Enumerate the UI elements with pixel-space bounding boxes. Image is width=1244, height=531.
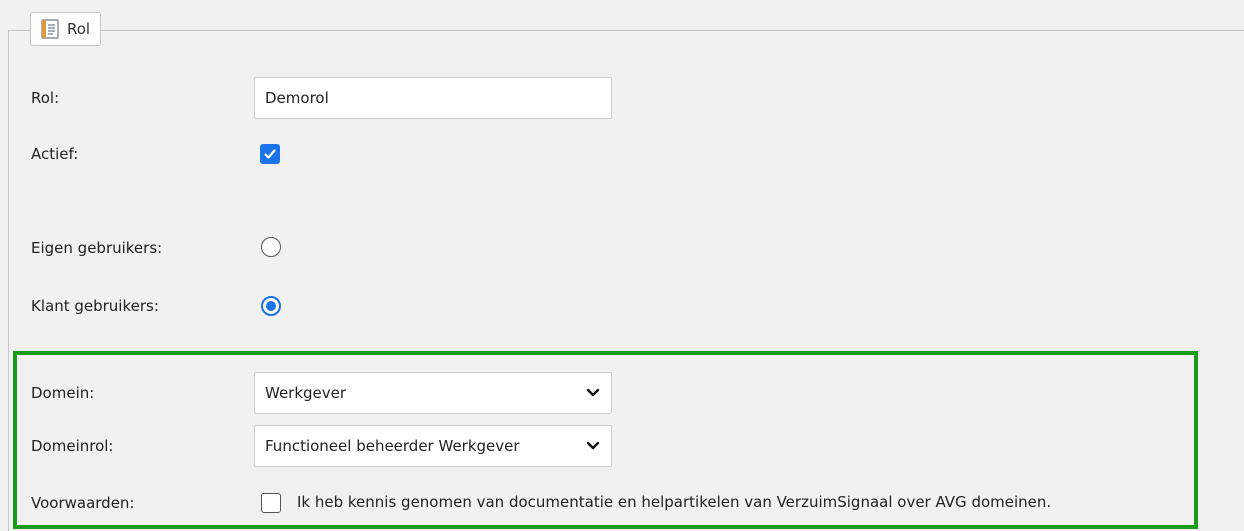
domeinrol-select[interactable]: Functioneel beheerder Werkgever [254,425,612,467]
domein-label: Domein: [31,384,95,402]
rol-label: Rol: [31,89,60,107]
chevron-down-icon [585,438,601,454]
notepad-icon [39,18,61,40]
radio-selected-dot [266,301,276,311]
section-title: Rol [67,20,91,38]
eigen-gebruikers-radio[interactable] [261,237,281,257]
checkmark-icon [264,149,276,159]
rol-input[interactable] [254,77,612,119]
eigen-gebruikers-label: Eigen gebruikers: [31,239,163,257]
domeinrol-label: Domeinrol: [31,437,114,455]
domein-select[interactable]: Werkgever [254,372,612,414]
actief-label: Actief: [31,145,79,163]
klant-gebruikers-label: Klant gebruikers: [31,297,159,315]
fieldset-border [8,30,1244,531]
section-legend: Rol [30,12,102,46]
klant-gebruikers-radio[interactable] [261,296,281,316]
actief-checkbox[interactable] [260,144,280,164]
voorwaarden-checkbox[interactable] [261,493,281,513]
role-form-page: Rol Rol: Actief: Eigen gebruikers: Klant… [0,0,1244,531]
domein-select-value: Werkgever [265,384,347,402]
domeinrol-select-value: Functioneel beheerder Werkgever [265,437,520,455]
voorwaarden-label: Voorwaarden: [31,494,135,512]
chevron-down-icon [585,385,601,401]
voorwaarden-text: Ik heb kennis genomen van documentatie e… [297,493,1052,511]
